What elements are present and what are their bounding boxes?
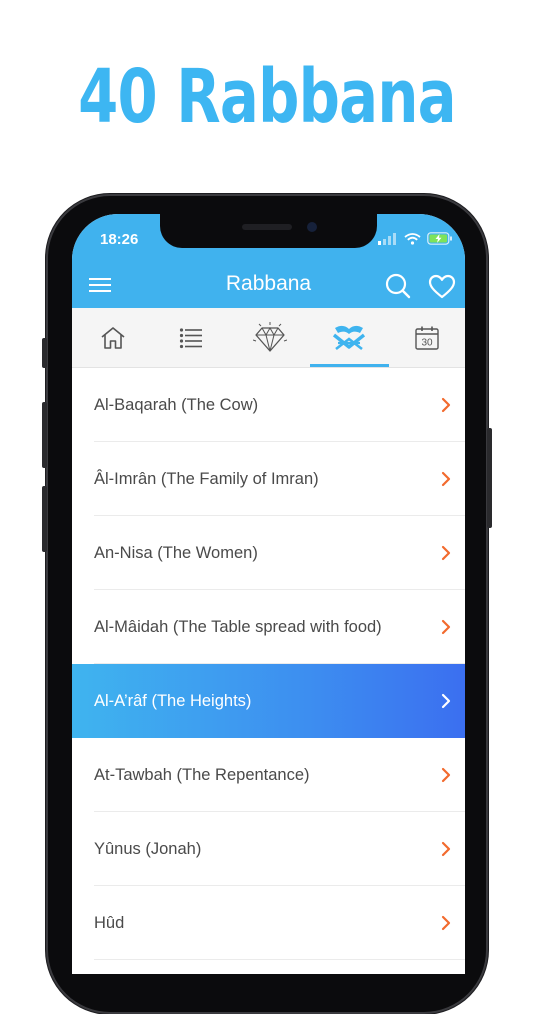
chevron-right-icon — [441, 915, 451, 931]
quran-icon — [332, 325, 366, 350]
search-icon — [385, 273, 411, 299]
chevron-right-icon — [441, 841, 451, 857]
tab-list[interactable] — [152, 308, 230, 367]
list-item-label: Al-Mâidah (The Table spread with food) — [94, 618, 382, 636]
tab-diamond[interactable] — [231, 308, 309, 367]
phone-volume-down-button — [42, 486, 47, 552]
calendar-day: 30 — [421, 337, 433, 348]
battery-charging-icon — [427, 232, 452, 245]
signal-icon — [378, 232, 396, 245]
list-item-label: An-Nisa (The Women) — [94, 544, 258, 562]
list-item-selected[interactable]: Al-A’râf (The Heights) — [72, 664, 465, 738]
chevron-right-icon — [441, 471, 451, 487]
list-item-label: Al-Baqarah (The Cow) — [94, 396, 259, 414]
list-item-label: Hûd — [94, 914, 125, 932]
favorites-button[interactable] — [428, 274, 456, 300]
list-item[interactable]: Yûnus (Jonah) — [72, 812, 465, 886]
search-button[interactable] — [384, 272, 412, 300]
list-item-label: Al-A’râf (The Heights) — [94, 692, 252, 710]
status-icons — [378, 232, 453, 245]
status-time: 18:26 — [100, 231, 139, 248]
phone-volume-up-button — [42, 402, 47, 468]
wifi-icon — [404, 232, 421, 245]
list-item[interactable]: Al-Baqarah (The Cow) — [72, 368, 465, 442]
list-item-label: At-Tawbah (The Repentance) — [94, 766, 310, 784]
chevron-right-icon — [441, 619, 451, 635]
tab-bar: 30 — [72, 308, 465, 368]
list-item-label: Âl-Imrân (The Family of Imran) — [94, 470, 319, 488]
chevron-right-icon — [441, 693, 451, 709]
list-item[interactable]: Âl-Imrân (The Family of Imran) — [72, 442, 465, 516]
phone-power-button — [487, 428, 492, 528]
phone-notch — [160, 214, 377, 248]
tab-selected-indicator — [310, 364, 389, 367]
promo-headline: 40 Rabbana — [78, 54, 456, 140]
list-item[interactable]: An-Nisa (The Women) — [72, 516, 465, 590]
calendar-icon: 30 — [415, 326, 439, 350]
row-divider — [94, 959, 465, 960]
chevron-right-icon — [441, 767, 451, 783]
chevron-right-icon — [441, 397, 451, 413]
list-icon — [179, 327, 202, 348]
front-camera — [307, 222, 317, 232]
chevron-right-icon — [441, 545, 451, 561]
list-item-label: Yûnus (Jonah) — [94, 840, 202, 858]
surah-list: Al-Baqarah (The Cow) Âl-Imrân (The Famil… — [72, 368, 465, 960]
earpiece-speaker — [242, 224, 292, 230]
tab-home[interactable] — [74, 308, 152, 367]
phone-mute-switch — [42, 338, 47, 368]
list-item[interactable]: At-Tawbah (The Repentance) — [72, 738, 465, 812]
app-screen: 18:26 Rabbana 30 Al-Baqarah (The Cow) Âl… — [72, 214, 465, 974]
heart-icon — [428, 274, 456, 299]
diamond-icon — [253, 321, 287, 352]
list-item[interactable]: Al-Mâidah (The Table spread with food) — [72, 590, 465, 664]
tab-quran[interactable] — [310, 308, 388, 367]
home-icon — [101, 326, 125, 349]
tab-calendar[interactable]: 30 — [388, 308, 465, 367]
list-item[interactable]: Hûd — [72, 886, 465, 960]
